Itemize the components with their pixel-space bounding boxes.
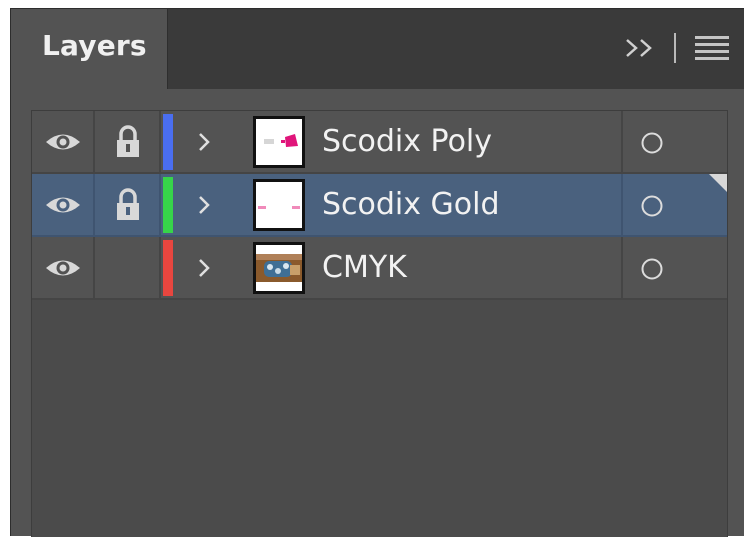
lock-icon [117, 188, 139, 220]
lock-toggle[interactable] [95, 174, 161, 235]
tab-layers[interactable]: Layers [11, 9, 168, 89]
layer-thumbnail [253, 242, 305, 294]
tab-divider [674, 33, 676, 63]
layer-thumbnail [253, 179, 305, 231]
layer-name[interactable]: Scodix Gold [322, 187, 500, 222]
visibility-toggle[interactable] [32, 111, 95, 172]
target-circle-icon[interactable] [640, 131, 664, 155]
layer-color-swatch [163, 240, 173, 296]
selected-art-indicator [709, 174, 727, 192]
eye-icon [46, 197, 80, 213]
chevron-right-icon[interactable] [196, 194, 212, 216]
lock-icon [117, 125, 139, 157]
layers-panel: Layers Scodix Poly Scodix Gold CMYK [10, 8, 744, 537]
chevron-right-icon[interactable] [196, 257, 212, 279]
layer-row-scodix-poly[interactable]: Scodix Poly [32, 111, 727, 174]
tab-label: Layers [42, 29, 147, 62]
layer-row-scodix-gold[interactable]: Scodix Gold [32, 174, 727, 237]
chevron-right-icon[interactable] [196, 131, 212, 153]
layer-row-cmyk[interactable]: CMYK [32, 237, 727, 300]
layer-name[interactable]: Scodix Poly [322, 124, 492, 159]
panel-tab-bar: Layers [11, 9, 744, 89]
eye-icon [46, 260, 80, 276]
layer-thumbnail [253, 116, 305, 168]
layer-color-swatch [163, 114, 173, 170]
target-circle-icon[interactable] [640, 194, 664, 218]
visibility-toggle[interactable] [32, 237, 95, 298]
target-circle-icon[interactable] [640, 257, 664, 281]
hamburger-menu-icon[interactable] [695, 36, 729, 62]
lock-toggle[interactable] [95, 111, 161, 172]
layer-name[interactable]: CMYK [322, 250, 407, 285]
visibility-toggle[interactable] [32, 174, 95, 235]
target-cell[interactable] [621, 174, 727, 235]
layer-color-swatch [163, 177, 173, 233]
lock-toggle[interactable] [95, 237, 161, 298]
target-cell[interactable] [621, 111, 727, 172]
layers-list: Scodix Poly Scodix Gold CMYK [31, 110, 728, 537]
eye-icon [46, 134, 80, 150]
target-cell[interactable] [621, 237, 727, 298]
double-chevron-right-icon[interactable] [623, 31, 657, 65]
